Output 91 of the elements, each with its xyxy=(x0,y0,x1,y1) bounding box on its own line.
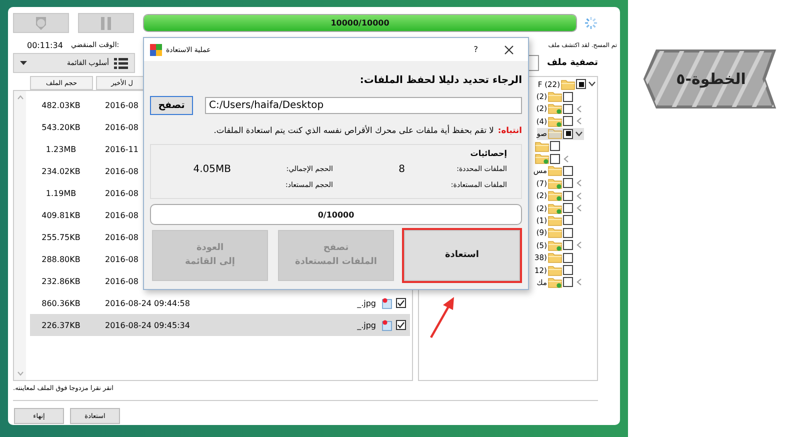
folder-icon xyxy=(548,165,562,176)
file-size: 543.20KB xyxy=(40,122,82,132)
folder-icon xyxy=(561,78,575,90)
checkbox[interactable] xyxy=(576,79,586,90)
file-date: 2016-08 xyxy=(105,254,138,264)
image-file-icon xyxy=(382,320,392,330)
close-icon[interactable] xyxy=(504,44,514,54)
file-date: 2016-08 xyxy=(105,210,138,220)
step-banner: الخطوة-٥ xyxy=(643,49,779,109)
chevron-down-icon[interactable] xyxy=(588,81,596,88)
browse-button[interactable]: تصفح xyxy=(150,96,193,115)
caret-icon xyxy=(20,61,27,65)
file-date: 2016-08-24 09:45:34 xyxy=(105,320,190,330)
stat-value: 4.05MB xyxy=(193,164,231,174)
pause-icon xyxy=(101,16,111,30)
checkbox[interactable] xyxy=(563,252,573,263)
checkbox[interactable] xyxy=(563,203,573,214)
prompt-text: الرجاء تحديد دليلا لحفظ الملفات: xyxy=(360,75,522,86)
checkbox[interactable] xyxy=(563,190,573,201)
stat-value: 8 xyxy=(398,164,405,174)
list-icon xyxy=(114,58,128,68)
checkbox[interactable] xyxy=(563,104,573,114)
checkbox[interactable] xyxy=(563,166,573,176)
folder-icon xyxy=(548,103,562,114)
tree-item[interactable] xyxy=(535,152,571,165)
folder-icon xyxy=(548,116,562,127)
checkbox[interactable] xyxy=(563,265,573,276)
chevron-left-icon[interactable] xyxy=(576,278,582,286)
file-size: 255.75KB xyxy=(40,232,82,242)
folder-icon xyxy=(548,240,562,251)
file-date: 2016-08 xyxy=(105,276,138,286)
image-file-icon xyxy=(382,298,392,308)
file-row[interactable]: 860.36KB 2016-08-24 09:44:58 _.jpg xyxy=(30,292,410,314)
checkbox[interactable] xyxy=(563,116,573,126)
file-date: 2016-08 xyxy=(105,188,138,198)
checkbox[interactable] xyxy=(396,320,406,330)
checkbox[interactable] xyxy=(563,277,573,288)
file-date: 2016-08 xyxy=(105,100,138,110)
path-field[interactable]: C:/Users/haifa/Desktop xyxy=(205,97,522,114)
spinner-icon xyxy=(584,16,598,30)
checkbox[interactable] xyxy=(563,92,573,102)
elapsed-time: 00:11:34 xyxy=(27,40,63,50)
chevron-left-icon[interactable] xyxy=(563,154,569,163)
folder-icon xyxy=(548,252,562,264)
file-size: 288.80KB xyxy=(40,254,82,264)
folder-icon xyxy=(548,178,562,189)
folder-icon xyxy=(548,214,562,226)
checkbox[interactable] xyxy=(550,141,560,152)
file-date: 2016-08 xyxy=(105,166,138,176)
folder-icon xyxy=(548,264,562,276)
file-size: 860.36KB xyxy=(40,298,82,308)
folder-icon xyxy=(548,128,562,140)
stats-title: إحصائيات xyxy=(469,149,507,158)
checkbox[interactable] xyxy=(396,298,406,308)
folder-icon xyxy=(548,227,562,238)
folder-icon xyxy=(548,91,562,102)
checkbox[interactable] xyxy=(563,128,573,139)
help-button[interactable]: ? xyxy=(474,45,478,54)
file-row[interactable]: 226.37KB 2016-08-24 09:45:34 _.jpg xyxy=(30,314,410,336)
file-date: 2016-08 xyxy=(105,122,138,132)
warning-label: انتباه: xyxy=(498,125,522,135)
file-size: 1.19MB xyxy=(44,188,78,198)
warning-text: لا تقم بحفظ أية ملفات على محرك الأقراص نفسه الذي كنت يتم استعادة الملفات. xyxy=(214,125,494,135)
checkbox[interactable] xyxy=(563,240,573,250)
chevron-left-icon[interactable] xyxy=(576,241,582,250)
folder-icon xyxy=(548,276,562,288)
file-name: _.jpg xyxy=(357,298,376,308)
folder-icon xyxy=(548,190,562,202)
chevron-down-icon[interactable] xyxy=(575,130,583,137)
checkbox[interactable] xyxy=(563,228,573,238)
file-size: 409.81KB xyxy=(40,210,82,220)
file-size: 234.02KB xyxy=(40,166,82,176)
file-date: 2016-08 xyxy=(105,232,138,242)
file-size: 1.23MB xyxy=(44,144,78,154)
checkbox[interactable] xyxy=(563,215,573,226)
folder-icon xyxy=(535,140,549,152)
file-date: 2016-08-24 09:44:58 xyxy=(105,298,190,308)
file-size: 232.86KB xyxy=(40,276,82,286)
progress-text: 0/10000 xyxy=(318,210,354,219)
folder-icon xyxy=(535,153,549,164)
progress-text: 10000/10000 xyxy=(330,18,390,28)
folder-icon xyxy=(548,202,562,214)
checkbox[interactable] xyxy=(563,178,573,188)
file-name: _.jpg xyxy=(357,320,376,330)
file-size: 226.37KB xyxy=(40,320,82,330)
filter-label: تصفية ملف xyxy=(547,58,598,68)
checkbox[interactable] xyxy=(550,154,560,164)
file-size: 482.03KB xyxy=(40,100,82,110)
app-icon xyxy=(150,44,162,56)
action-button[interactable]: استعادة xyxy=(404,230,520,281)
file-date: 2016-11 xyxy=(105,144,138,154)
